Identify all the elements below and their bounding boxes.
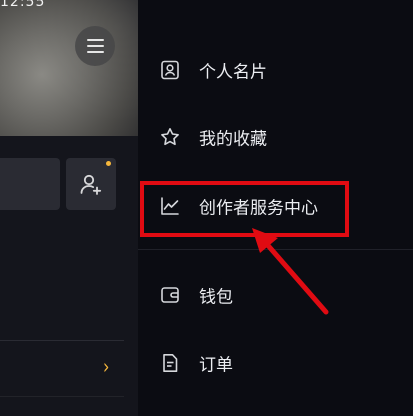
- profile-cover-image: [0, 0, 138, 136]
- star-icon: [161, 128, 179, 146]
- divider: [0, 396, 124, 397]
- drawer-item-label: 订单: [199, 355, 233, 376]
- drawer-item-label: 个人名片: [199, 62, 267, 83]
- hamburger-menu-icon: [86, 39, 104, 41]
- chevron-right-icon[interactable]: ›: [103, 354, 109, 379]
- divider: [0, 340, 124, 341]
- document-icon: [163, 354, 178, 372]
- profile-page-background: 12:55 ›: [0, 0, 138, 416]
- status-time: 12:55: [0, 0, 46, 10]
- drawer-item-favorites[interactable]: 我的收藏: [138, 112, 413, 162]
- notification-dot: [106, 161, 111, 166]
- add-user-icon: [80, 174, 102, 195]
- annotation-arrow-icon: [252, 228, 329, 315]
- drawer-item-orders[interactable]: 订单: [138, 338, 413, 388]
- drawer-item-label: 钱包: [199, 287, 233, 308]
- profile-action-box[interactable]: [0, 158, 60, 210]
- hamburger-menu-button[interactable]: [75, 26, 115, 66]
- wallet-icon: [161, 287, 179, 303]
- drawer-item-label: 我的收藏: [199, 129, 267, 150]
- drawer-item-business-card[interactable]: 个人名片: [138, 45, 413, 95]
- id-card-icon: [161, 60, 179, 80]
